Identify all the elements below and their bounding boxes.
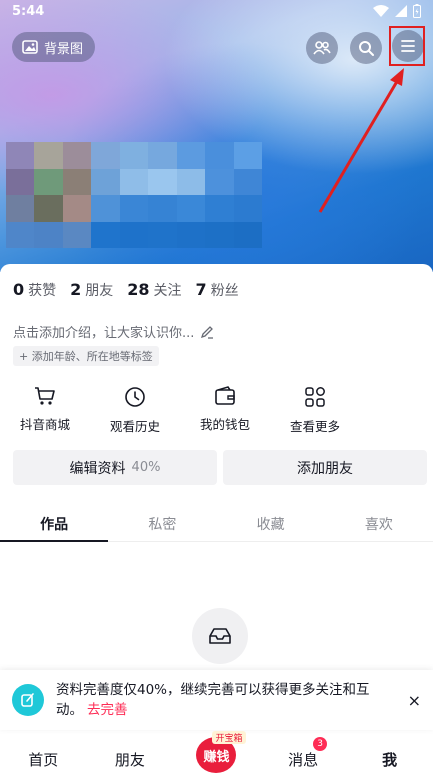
banner-close-icon[interactable]: ×	[408, 691, 421, 710]
bottom-navigation: 首页 朋友 赚钱 开宝箱 消息 3 我	[0, 731, 433, 782]
profile-completion-percent: 40%	[131, 460, 161, 475]
stat-followers[interactable]: 7 粉丝	[196, 280, 239, 300]
shortcut-wallet-label: 我的钱包	[199, 417, 250, 432]
intro-placeholder: 点击添加介绍，让大家认识你...	[13, 326, 195, 341]
nav-messages[interactable]: 消息 3	[260, 736, 347, 770]
banner-edit-icon	[12, 684, 44, 716]
tab-works[interactable]: 作品	[0, 506, 109, 542]
status-time: 5:44	[12, 3, 45, 19]
action-buttons: 编辑资料 40% 添加朋友	[13, 450, 427, 485]
messages-badge: 3	[313, 736, 328, 751]
shortcut-wallet[interactable]: 我的钱包	[180, 386, 270, 435]
friends-icon	[313, 41, 331, 55]
nav-friends[interactable]: 朋友	[87, 749, 174, 770]
clock-icon	[125, 387, 145, 407]
avatar-pixelated	[6, 142, 262, 248]
background-image-label: 背景图	[44, 41, 84, 57]
treasure-box-tag: 开宝箱	[212, 731, 246, 744]
shortcut-history[interactable]: 观看历史	[90, 386, 180, 435]
grid-icon	[305, 387, 325, 407]
nav-me[interactable]: 我	[346, 749, 433, 770]
add-tags-button[interactable]: + 添加年龄、所在地等标签	[13, 346, 159, 366]
inbox-icon	[209, 628, 231, 644]
status-bar: 5:44	[0, 0, 433, 22]
stat-friends[interactable]: 2 朋友	[70, 280, 113, 300]
shortcut-history-label: 观看历史	[109, 419, 160, 434]
tab-likes[interactable]: 喜欢	[325, 506, 433, 541]
background-image-button[interactable]: 背景图	[12, 32, 96, 62]
tab-private[interactable]: 私密	[108, 506, 216, 541]
pencil-icon	[201, 325, 214, 339]
cart-icon	[35, 387, 55, 405]
nav-home[interactable]: 首页	[0, 749, 87, 770]
profile-card: 0 获赞 2 朋友 28 关注 7 粉丝 点击添加介绍，让大家认识你... + 添加年龄…	[0, 264, 433, 782]
content-tabs: 作品 私密 收藏 喜欢	[0, 506, 433, 542]
shortcut-more[interactable]: 查看更多	[270, 386, 360, 435]
add-friend-button[interactable]: 添加朋友	[223, 450, 427, 485]
nav-messages-label: 消息	[288, 750, 319, 769]
stat-likes[interactable]: 0 获赞	[13, 280, 56, 300]
signal-icon	[395, 5, 407, 17]
empty-state-icon	[192, 608, 248, 664]
profile-stats: 0 获赞 2 朋友 28 关注 7 粉丝	[13, 280, 239, 300]
nav-earn[interactable]: 赚钱 开宝箱	[173, 731, 260, 777]
wifi-icon	[373, 5, 389, 17]
shortcut-mall-label: 抖音商城	[19, 417, 70, 432]
edit-profile-button[interactable]: 编辑资料 40%	[13, 450, 217, 485]
banner-complete-link[interactable]: 去完善	[87, 702, 128, 718]
shortcut-mall[interactable]: 抖音商城	[0, 386, 90, 435]
shortcut-row: 抖音商城 观看历史 我的钱包 查看更多	[0, 386, 360, 435]
profile-completion-banner[interactable]: 资料完善度仅40%，继续完善可以获得更多关注和互动。 去完善 ×	[0, 670, 433, 730]
search-button[interactable]	[350, 32, 382, 64]
battery-icon	[413, 4, 421, 18]
tab-favorites[interactable]: 收藏	[217, 506, 325, 541]
intro-edit[interactable]: 点击添加介绍，让大家认识你...	[13, 322, 214, 341]
stat-following[interactable]: 28 关注	[127, 280, 181, 300]
banner-text: 资料完善度仅40%，继续完善可以获得更多关注和互动。 去完善	[56, 680, 386, 720]
profile-background[interactable]: 5:44 背景图	[0, 0, 433, 272]
shortcut-more-label: 查看更多	[289, 419, 340, 434]
friends-button[interactable]	[306, 32, 338, 64]
annotation-highlight-box	[389, 26, 425, 66]
add-friend-label: 添加朋友	[297, 460, 353, 477]
edit-profile-label: 编辑资料	[69, 460, 126, 477]
wallet-icon	[215, 386, 235, 405]
search-icon	[359, 41, 374, 56]
image-icon	[22, 40, 38, 54]
